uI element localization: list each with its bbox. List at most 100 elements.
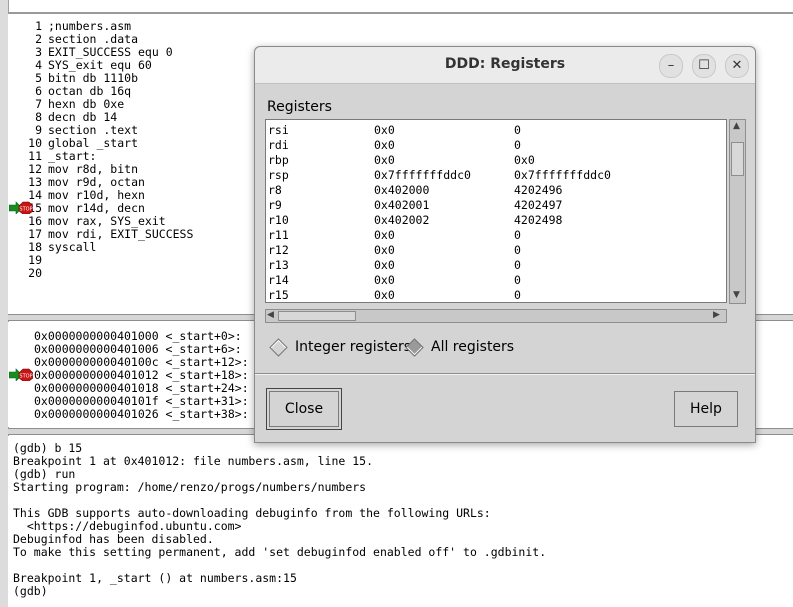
radio-all-label: All registers	[431, 339, 515, 355]
registers-dialog: DDD: Registers – ☐ ✕ Registers rsi 0x0 0rd…	[254, 46, 756, 443]
register-hex-value: 0x402001	[374, 198, 430, 212]
register-natural-value: 0	[514, 288, 521, 302]
machine-code-line[interactable]: 0x0000000000401026 <_start+38>:	[34, 408, 249, 421]
console-line: (gdb)	[13, 584, 48, 598]
register-name: rsp	[268, 168, 289, 182]
line-text: mov r10d, hexn	[48, 188, 145, 202]
line-text: mov rax, SYS_exit	[48, 214, 166, 228]
gdb-console[interactable]: (gdb) b 15 Breakpoint 1 at 0x401012: file…	[8, 436, 793, 607]
register-hex-value: 0x0	[374, 258, 395, 272]
breakpoint-stop-icon[interactable]: STOP	[9, 368, 33, 381]
register-hex-value: 0x0	[374, 273, 395, 287]
dialog-titlebar[interactable]: DDD: Registers – ☐ ✕	[255, 47, 755, 84]
close-button[interactable]: Close	[266, 388, 342, 430]
registers-list[interactable]: rsi 0x0 0 rdi 0x0 0 rbp 0x0 0x0 rsp 0x7fffffffddc0…	[265, 119, 727, 303]
register-natural-value: 0x7fffffffddc0	[514, 168, 611, 182]
register-row[interactable]: r12 0x0 0	[268, 243, 664, 258]
scroll-left-icon[interactable]: ◀	[267, 310, 274, 320]
register-natural-value: 4202498	[514, 213, 563, 227]
close-icon[interactable]: ✕	[725, 54, 749, 78]
line-text: mov rdi, EXIT_SUCCESS	[48, 227, 194, 241]
register-name: rsi	[268, 123, 289, 137]
register-row[interactable]: r10 0x402002 4202498	[268, 213, 664, 228]
help-button[interactable]: Help	[674, 391, 738, 427]
register-hex-value: 0x0	[374, 228, 395, 242]
radio-integer-label: Integer registers	[295, 339, 412, 355]
register-row[interactable]: r11 0x0 0	[268, 228, 664, 243]
register-natural-value: 4202497	[514, 198, 563, 212]
register-natural-value: 0	[514, 138, 521, 152]
dialog-separator	[255, 373, 755, 375]
stop-label: STOP	[19, 206, 32, 212]
register-name: r15	[268, 288, 289, 302]
console-line: Breakpoint 1 at 0x401012: file numbers.a…	[13, 454, 374, 468]
console-line: Starting program: /home/renzo/progs/numb…	[13, 480, 367, 494]
register-row[interactable]: rdi 0x0 0	[268, 138, 664, 153]
register-natural-value: 0	[514, 243, 521, 257]
register-natural-value: 4202496	[514, 183, 563, 197]
register-natural-value: 0	[514, 123, 521, 137]
line-text: SYS_exit equ 60	[48, 58, 152, 72]
maximize-icon[interactable]: ☐	[692, 54, 716, 78]
register-hex-value: 0x0	[374, 288, 395, 302]
register-name: rbp	[268, 153, 289, 167]
registers-label: Registers	[267, 99, 332, 115]
line-text: decn db 14	[48, 110, 118, 124]
register-row[interactable]: r8 0x402000 4202496	[268, 183, 664, 198]
line-text: syscall	[48, 240, 97, 254]
line-text: EXIT_SUCCESS equ 0	[48, 45, 173, 59]
line-text: global _start	[48, 136, 139, 150]
line-text: bitn db 1110b	[48, 71, 139, 85]
breakpoint-stop-icon[interactable]: STOP	[9, 201, 33, 214]
registers-table: rsi 0x0 0 rdi 0x0 0 rbp 0x0 0x0 rsp 0x7fffffffddc0…	[268, 123, 664, 302]
register-name: r12	[268, 243, 289, 257]
source-line[interactable]: 20	[8, 267, 193, 280]
radio-all-registers[interactable]: All registers	[405, 337, 515, 357]
register-row[interactable]: r15 0x0 0	[268, 288, 664, 302]
line-text: mov r8d, bitn	[48, 162, 139, 176]
register-row[interactable]: rsp 0x7fffffffddc0 0x7fffffffddc0	[268, 168, 664, 183]
register-row[interactable]: rsi 0x0 0	[268, 123, 664, 138]
line-text: section .data	[48, 32, 139, 46]
line-text: mov r9d, octan	[48, 175, 145, 189]
console-line: To make this setting permanent, add 'set…	[13, 545, 547, 559]
register-name: r11	[268, 228, 289, 242]
line-number: 20	[28, 266, 42, 280]
register-row[interactable]: r14 0x0 0	[268, 273, 664, 288]
register-name: r14	[268, 273, 289, 287]
console-line: Breakpoint 1, _start () at numbers.asm:1…	[13, 571, 297, 585]
radio-diamond-icon[interactable]	[405, 337, 424, 357]
register-name: r8	[268, 183, 282, 197]
horizontal-scroll-thumb[interactable]	[278, 311, 356, 321]
radio-diamond-icon[interactable]	[269, 337, 288, 357]
console-lines: (gdb) b 15 Breakpoint 1 at 0x401012: file…	[13, 442, 546, 598]
machine-code-lines: 0x0000000000401000 <_start+0>: 0x00000000…	[34, 330, 249, 421]
radio-integer-registers[interactable]: Integer registers	[269, 337, 412, 357]
register-name: rdi	[268, 138, 289, 152]
register-hex-value: 0x402002	[374, 213, 430, 227]
line-text: hexn db 0xe	[48, 97, 125, 111]
scroll-right-icon[interactable]: ▶	[713, 310, 720, 320]
register-hex-value: 0x0	[374, 138, 395, 152]
register-row[interactable]: r13 0x0 0	[268, 258, 664, 273]
line-text: octan db 16q	[48, 84, 132, 98]
register-row[interactable]: rbp 0x0 0x0	[268, 153, 664, 168]
line-text: ;numbers.asm	[48, 19, 132, 33]
register-natural-value: 0	[514, 258, 521, 272]
register-natural-value: 0	[514, 228, 521, 242]
stop-label: STOP	[19, 373, 32, 379]
minimize-icon[interactable]: –	[659, 54, 683, 78]
register-name: r13	[268, 258, 289, 272]
vertical-scroll-thumb[interactable]	[731, 142, 744, 176]
register-natural-value: 0	[514, 273, 521, 287]
register-hex-value: 0x0	[374, 243, 395, 257]
line-text: mov r14d, decn	[48, 201, 145, 215]
register-hex-value: 0x7fffffffddc0	[374, 168, 471, 182]
register-hex-value: 0x402000	[374, 183, 430, 197]
register-row[interactable]: r9 0x402001 4202497	[268, 198, 664, 213]
scroll-down-icon[interactable]: ▼	[733, 290, 740, 300]
source-lines: 1 ;numbers.asm 2 section .data 3 EXIT_SUCCESS…	[8, 20, 193, 280]
registers-vertical-scrollbar[interactable]: ▲ ▼	[729, 119, 746, 304]
scroll-up-icon[interactable]: ▲	[733, 121, 740, 131]
registers-horizontal-scrollbar[interactable]: ◀ ▶	[265, 309, 727, 323]
